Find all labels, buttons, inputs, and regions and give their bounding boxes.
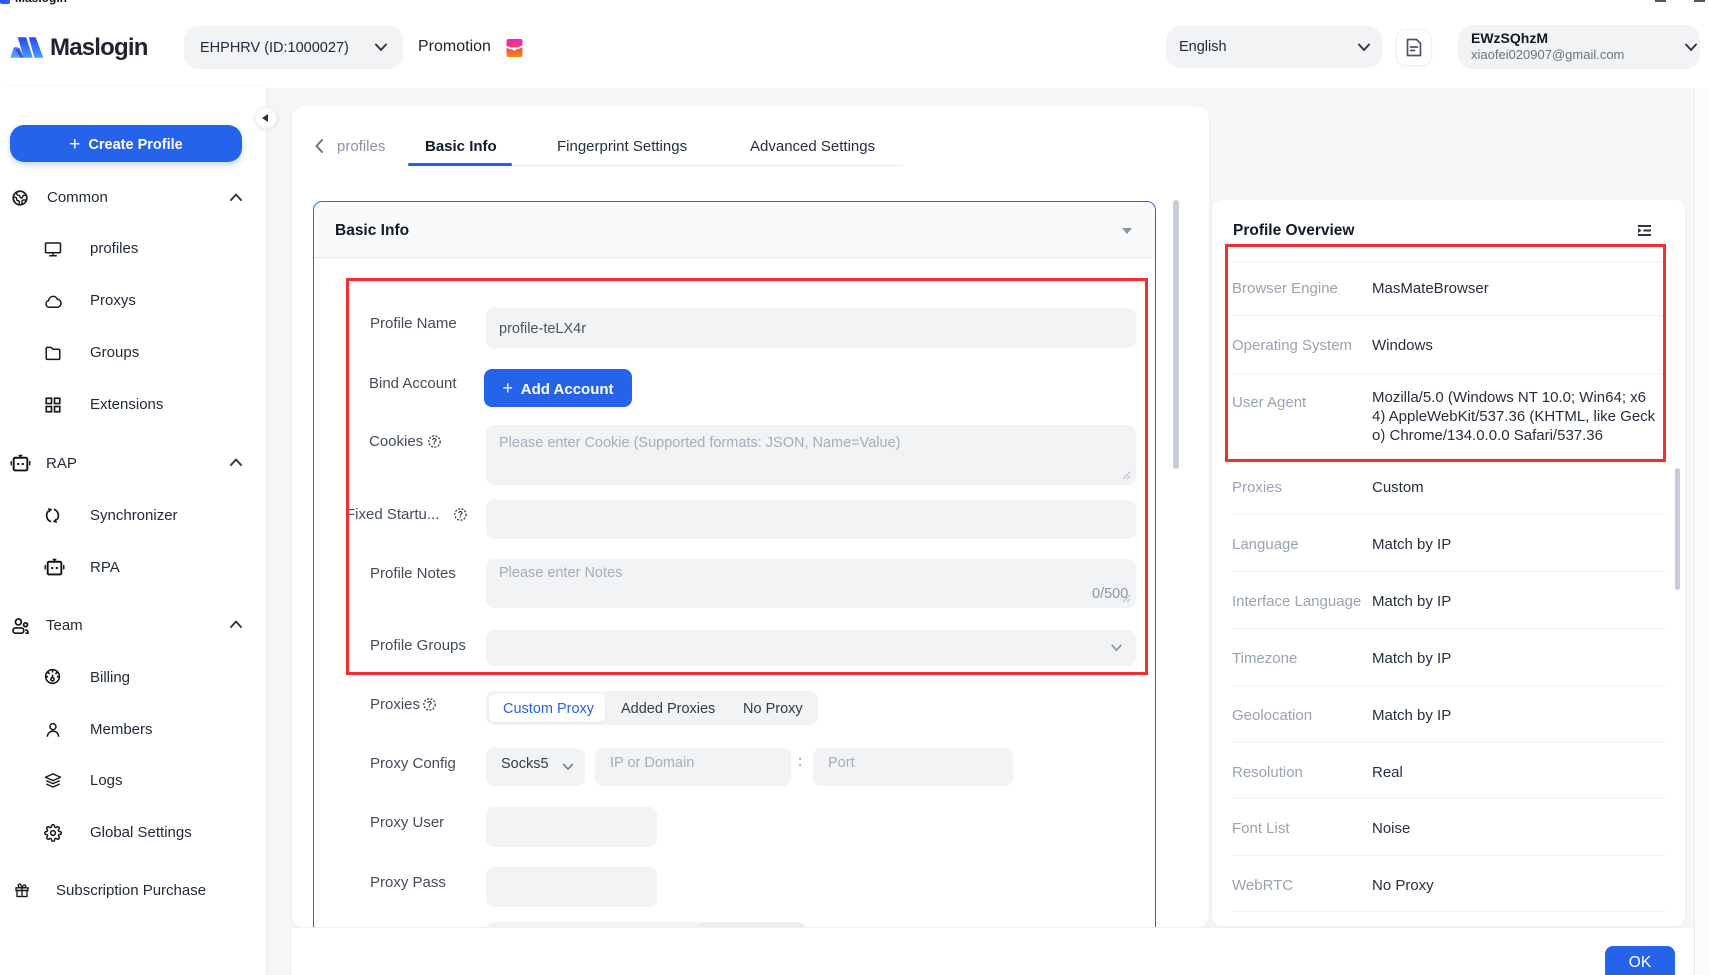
svg-text:?: ? — [427, 699, 432, 709]
